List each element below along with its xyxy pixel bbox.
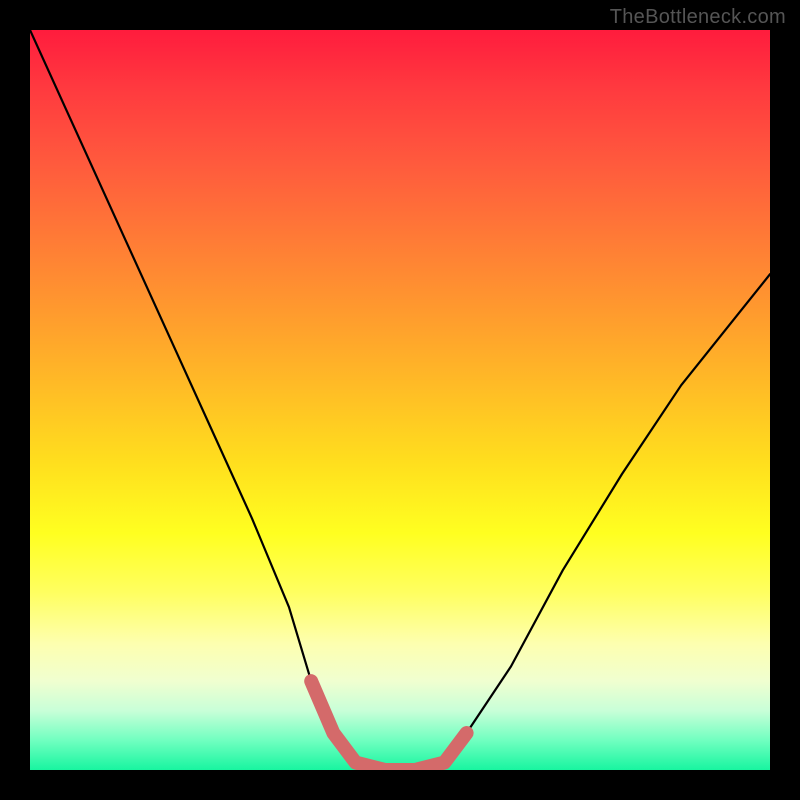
chart-svg xyxy=(30,30,770,770)
chart-curve-main xyxy=(30,30,770,770)
watermark-text: TheBottleneck.com xyxy=(610,6,786,29)
chart-curve-highlight xyxy=(311,681,466,770)
chart-plot-area xyxy=(30,30,770,770)
